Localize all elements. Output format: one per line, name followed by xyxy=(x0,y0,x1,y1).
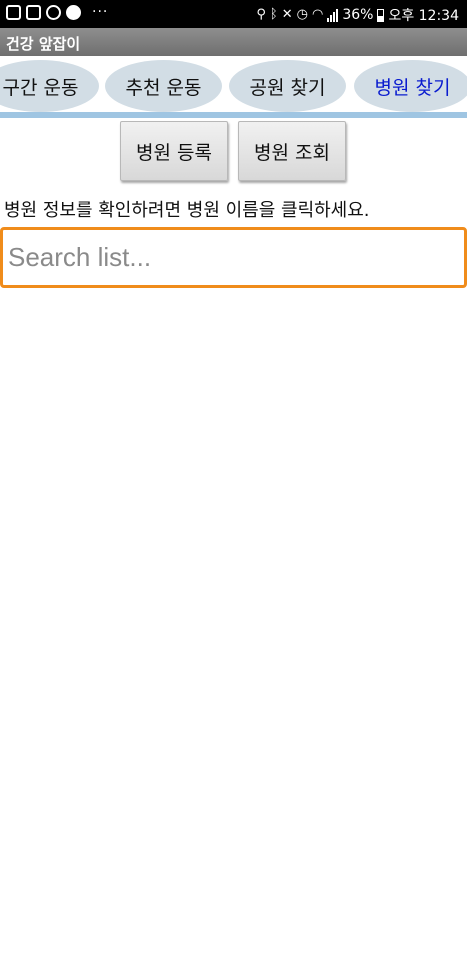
tab-divider xyxy=(0,112,467,118)
lookup-hospital-button[interactable]: 병원 조회 xyxy=(238,121,346,181)
gallery-icon xyxy=(26,5,41,20)
chat-bubble-icon xyxy=(66,5,81,20)
bluetooth-icon: ᛒ xyxy=(269,7,278,22)
register-hospital-button[interactable]: 병원 등록 xyxy=(120,121,228,181)
tab-recommended-exercise[interactable]: 추천 운동 xyxy=(105,60,222,112)
app-title-bar: 건강 앞잡이 xyxy=(0,28,467,56)
signal-icon xyxy=(327,8,339,22)
more-notifications-icon: ··· xyxy=(92,4,109,20)
tab-find-hospital[interactable]: 병원 찾기 xyxy=(354,60,467,112)
battery-icon xyxy=(377,8,385,22)
tab-find-park[interactable]: 공원 찾기 xyxy=(229,60,346,112)
wifi-icon: ◠ xyxy=(311,7,324,22)
clock: 오후 12:34 xyxy=(388,8,459,24)
timer-icon xyxy=(46,5,61,20)
mute-icon: ✕ xyxy=(281,7,293,22)
tab-bar: 구간 운동 추천 운동 공원 찾기 병원 찾기 xyxy=(0,57,467,115)
notification-icons: ··· xyxy=(6,5,108,20)
app-notification-icon xyxy=(6,5,21,20)
search-input[interactable] xyxy=(0,227,467,288)
app-title: 건강 앞잡이 xyxy=(6,35,81,53)
alarm-icon: ◷ xyxy=(296,7,308,22)
location-icon: ⚲ xyxy=(256,7,266,22)
battery-percent: 36% xyxy=(342,7,374,23)
status-bar: ··· ⚲ ᛒ ✕ ◷ ◠ 36% 오후 12:34 xyxy=(0,0,467,28)
instruction-text: 병원 정보를 확인하려면 병원 이름을 클릭하세요. xyxy=(4,200,370,221)
system-icons: ⚲ ᛒ ✕ ◷ ◠ 36% 오후 12:34 xyxy=(256,5,459,25)
tab-interval-exercise[interactable]: 구간 운동 xyxy=(0,60,99,112)
